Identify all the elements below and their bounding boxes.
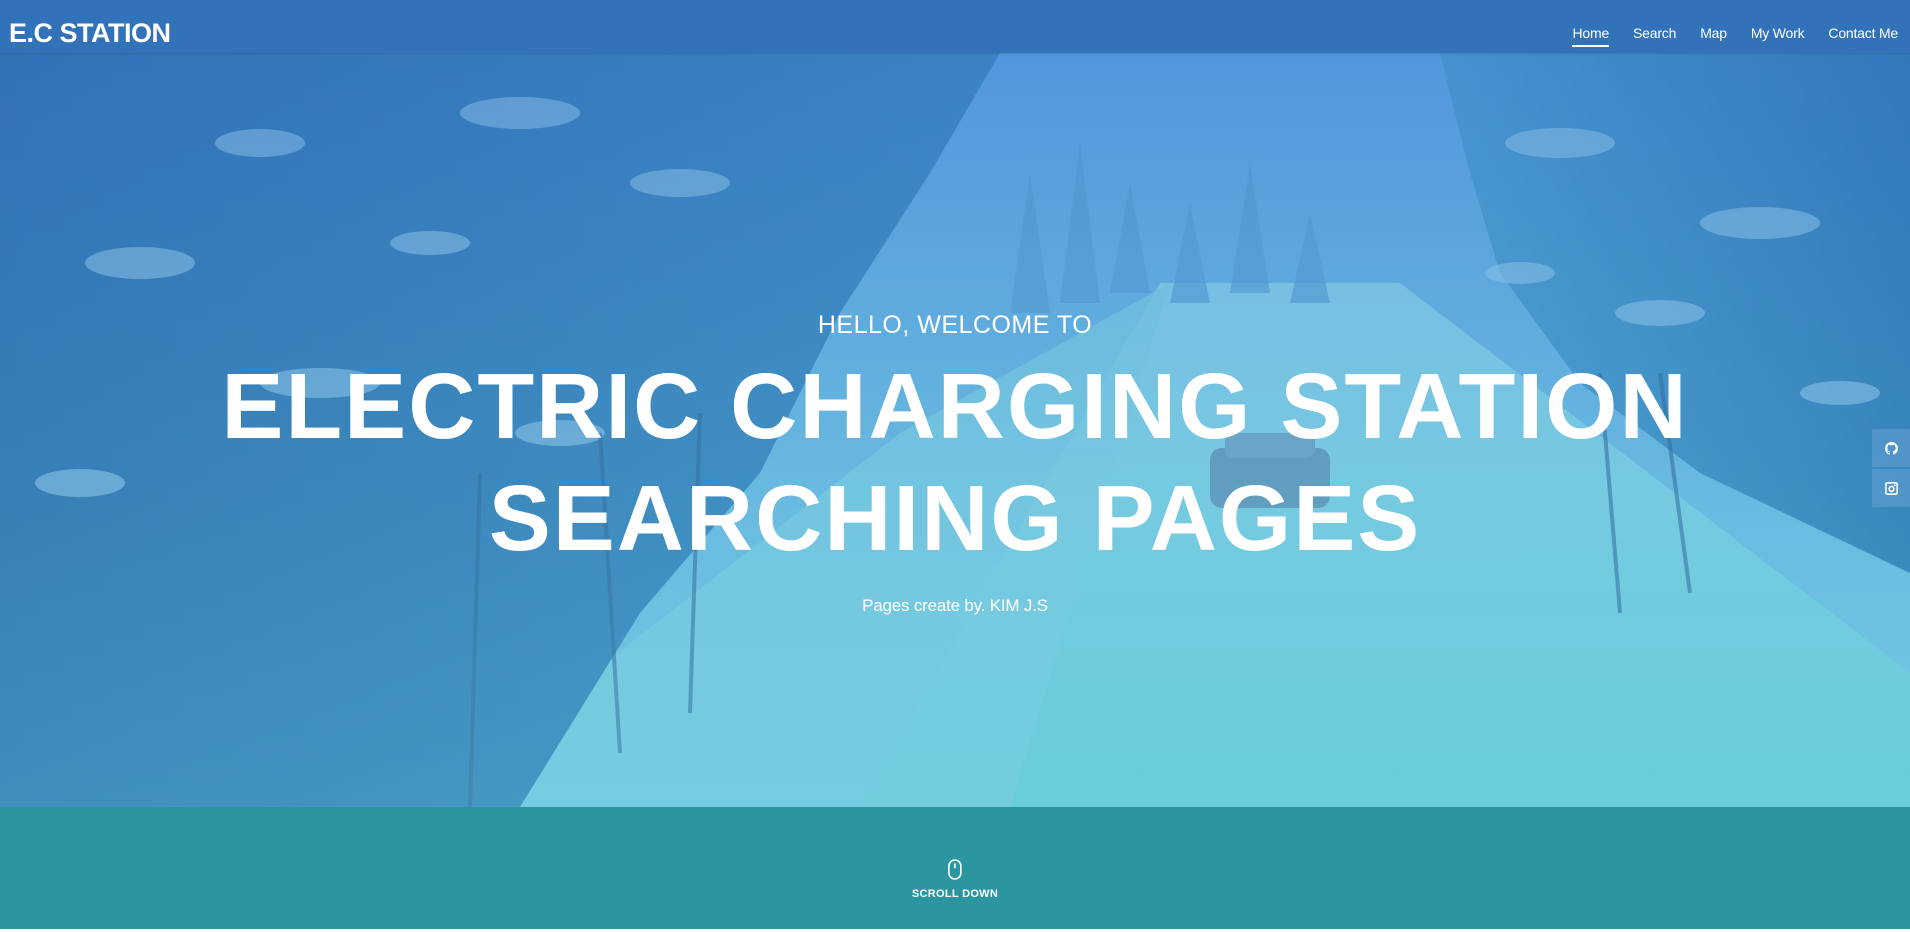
scroll-down-button[interactable]: SCROLL DOWN — [912, 859, 998, 900]
social-sidebar — [1872, 429, 1910, 507]
nav-my-work[interactable]: My Work — [1751, 25, 1805, 41]
github-icon — [1884, 441, 1898, 455]
nav-map[interactable]: Map — [1700, 25, 1727, 41]
instagram-link[interactable] — [1872, 469, 1910, 507]
nav-menu: Home Search Map My Work Contact Me — [1572, 24, 1898, 43]
hero-content: HELLO, WELCOME TO ELECTRIC CHARGING STAT… — [0, 313, 1910, 616]
scroll-down-label: SCROLL DOWN — [911, 888, 999, 900]
nav-search[interactable]: Search — [1633, 25, 1676, 41]
hero-kicker: HELLO, WELCOME TO — [817, 311, 1093, 339]
brand-logo[interactable]: E.C STATION — [9, 20, 171, 47]
scroll-down-band: SCROLL DOWN — [0, 807, 1910, 929]
nav-contact-me[interactable]: Contact Me — [1828, 25, 1898, 41]
hero-title: ELECTRIC CHARGING STATION SEARCHING PAGE… — [221, 354, 1689, 570]
instagram-icon — [1884, 481, 1898, 495]
nav-home[interactable]: Home — [1572, 25, 1609, 41]
top-navbar: E.C STATION Home Search Map My Work Cont… — [0, 0, 1910, 53]
hero-section: HELLO, WELCOME TO ELECTRIC CHARGING STAT… — [0, 53, 1910, 807]
hero-subtitle: Pages create by. KIM J.S — [862, 596, 1048, 615]
mouse-icon — [948, 859, 962, 880]
github-link[interactable] — [1872, 429, 1910, 467]
